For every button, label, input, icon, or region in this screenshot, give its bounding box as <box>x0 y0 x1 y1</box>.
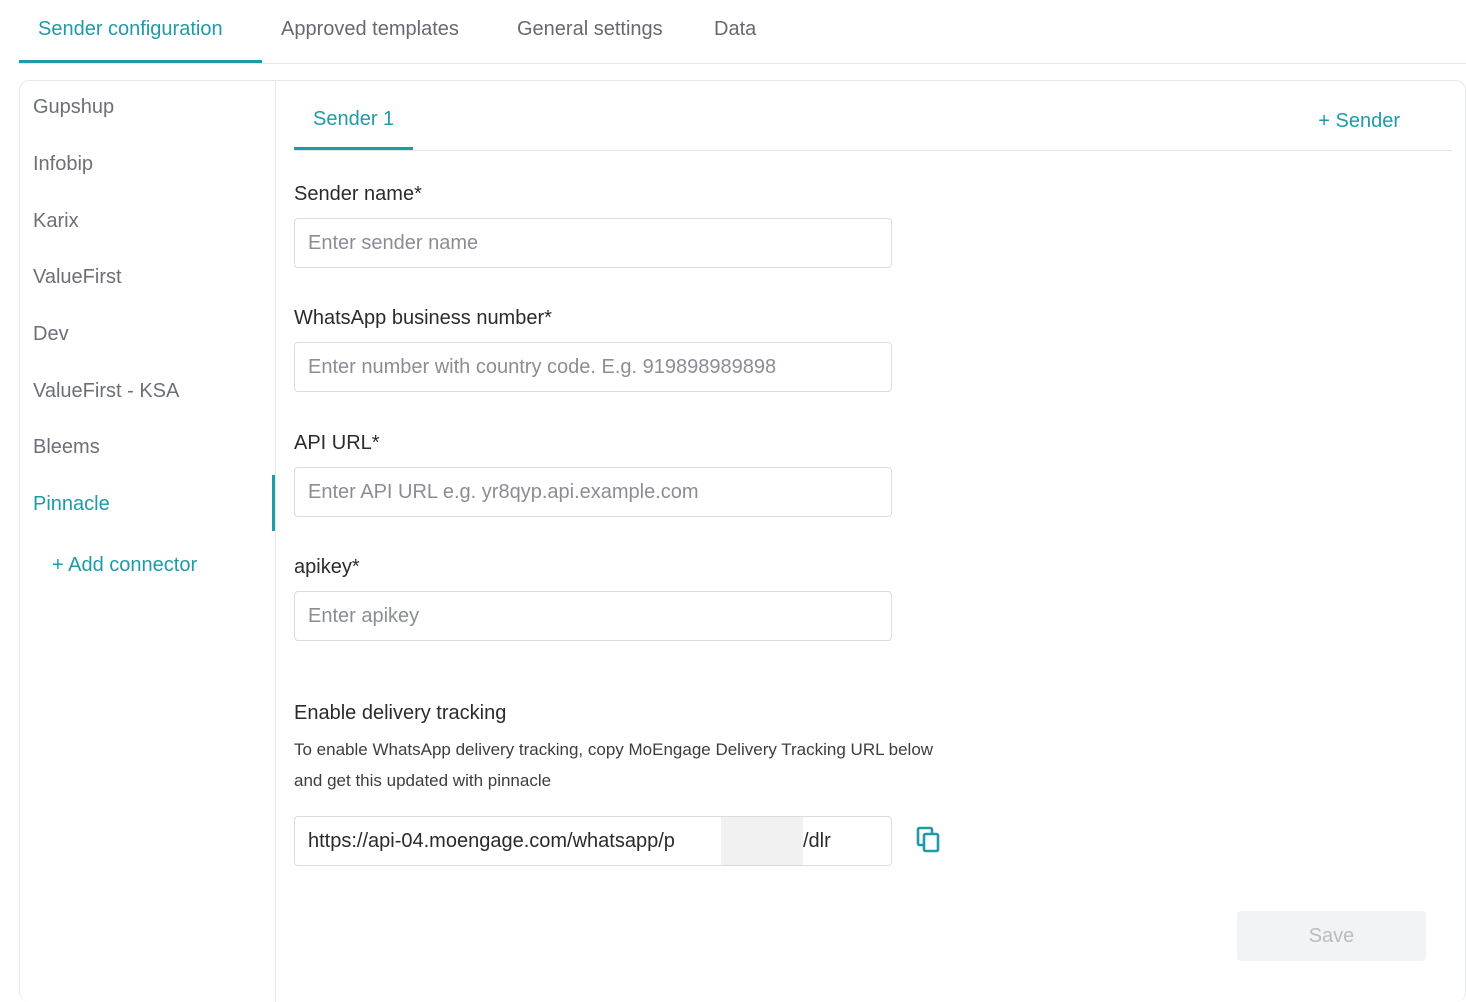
tab-data[interactable]: Data <box>714 18 756 64</box>
connector-item-pinnacle[interactable]: Pinnacle <box>33 493 110 516</box>
apikey-label: apikey* <box>294 556 360 578</box>
active-tab-indicator <box>19 60 262 63</box>
add-connector-button[interactable]: + Add connector <box>52 554 197 577</box>
redacted-url-segment <box>721 817 803 865</box>
delivery-tracking-description-line-1: To enable WhatsApp delivery tracking, co… <box>294 740 934 759</box>
business-number-label: WhatsApp business number* <box>294 307 552 329</box>
connector-item-valuefirst[interactable]: ValueFirst <box>33 266 122 289</box>
connector-item-valuefirst-ksa[interactable]: ValueFirst - KSA <box>33 380 179 403</box>
tab-general-settings[interactable]: General settings <box>517 18 663 64</box>
connector-item-bleems[interactable]: Bleems <box>33 436 100 459</box>
business-number-input[interactable] <box>294 342 892 392</box>
connector-item-gupshup[interactable]: Gupshup <box>33 96 114 119</box>
sender-name-input[interactable] <box>294 218 892 268</box>
delivery-tracking-url-field[interactable]: https://api-04.moengage.com/whatsapp/p /… <box>294 816 892 866</box>
connector-item-dev[interactable]: Dev <box>33 323 69 346</box>
save-button[interactable]: Save <box>1237 911 1426 961</box>
delivery-tracking-url-suffix: /dlr <box>803 830 831 852</box>
delivery-tracking-description: To enable WhatsApp delivery tracking, co… <box>294 734 1014 796</box>
delivery-tracking-title: Enable delivery tracking <box>294 702 507 724</box>
api-url-input[interactable] <box>294 467 892 517</box>
top-tab-bar: Sender configuration Approved templates … <box>19 0 1466 64</box>
sender-name-label: Sender name* <box>294 183 422 205</box>
sender-tab-bar: Sender 1 + Sender <box>294 100 1452 151</box>
sidebar-divider <box>275 80 276 1002</box>
connector-item-infobip[interactable]: Infobip <box>33 153 93 176</box>
active-sender-indicator <box>294 147 413 150</box>
active-connector-indicator <box>272 475 275 531</box>
api-url-label: API URL* <box>294 432 380 454</box>
connector-item-karix[interactable]: Karix <box>33 210 79 233</box>
tab-sender-1[interactable]: Sender 1 <box>313 108 394 131</box>
copy-icon[interactable] <box>916 826 942 854</box>
tab-sender-configuration[interactable]: Sender configuration <box>38 18 223 64</box>
delivery-tracking-description-line-2: and get this updated with pinnacle <box>294 771 552 790</box>
delivery-tracking-url-prefix: https://api-04.moengage.com/whatsapp/p <box>308 830 675 852</box>
tab-approved-templates[interactable]: Approved templates <box>281 18 459 64</box>
apikey-input[interactable] <box>294 591 892 641</box>
add-sender-button[interactable]: + Sender <box>1318 110 1400 133</box>
